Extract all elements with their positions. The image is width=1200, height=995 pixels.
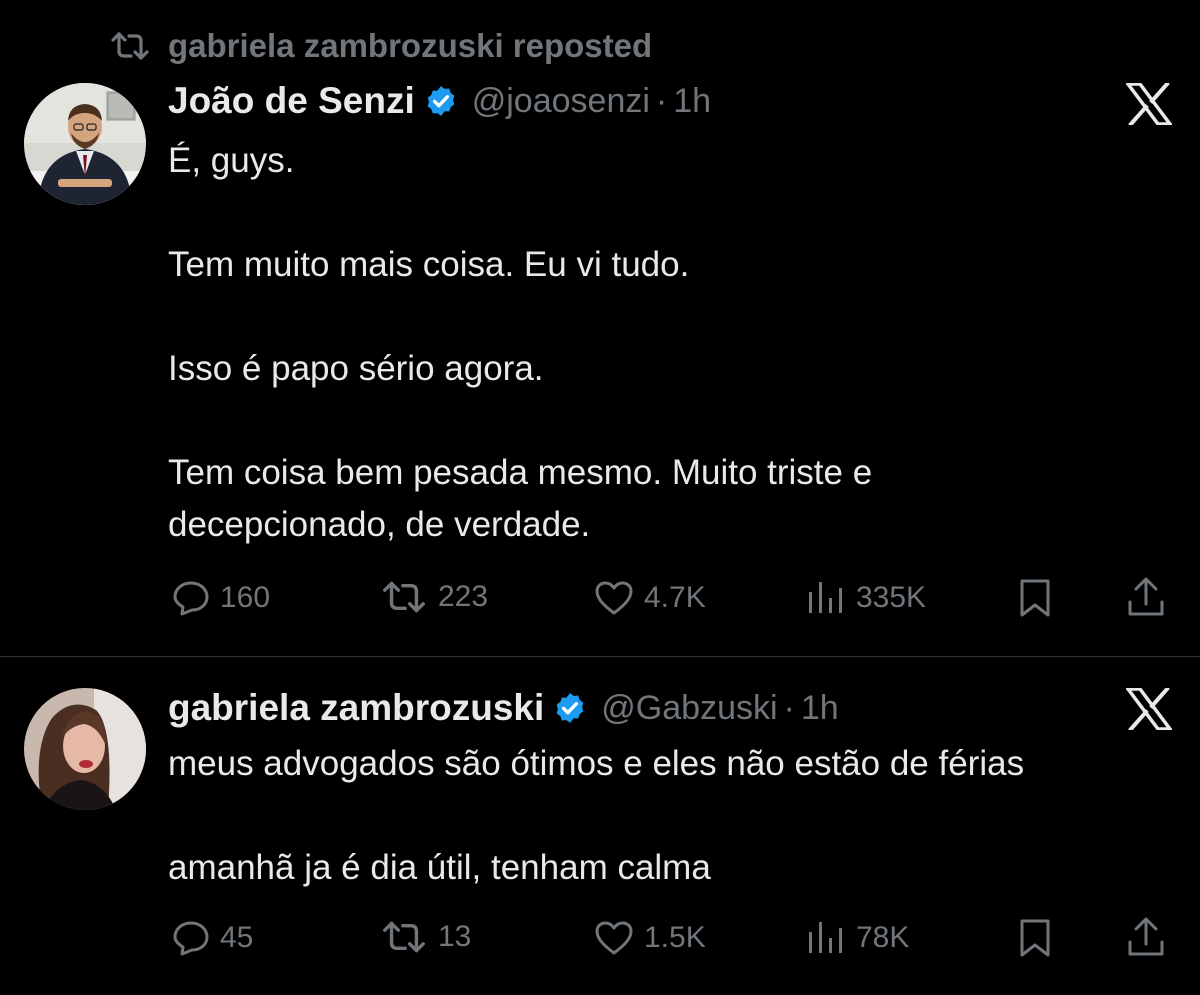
repost-count: 223	[438, 580, 489, 613]
avatar[interactable]	[24, 83, 146, 205]
views-button[interactable]: 78K	[806, 920, 909, 956]
share-button[interactable]	[1126, 916, 1166, 958]
repost-icon	[383, 581, 425, 613]
bookmark-button[interactable]	[1018, 578, 1052, 618]
avatar[interactable]	[24, 688, 146, 810]
separator-dot: ·	[783, 688, 795, 727]
repost-button[interactable]: 223	[380, 580, 488, 614]
share-button[interactable]	[1126, 576, 1166, 618]
bookmark-icon	[1020, 579, 1050, 617]
reply-count: 160	[220, 581, 271, 614]
reply-icon	[173, 581, 209, 616]
views-count: 78K	[856, 921, 910, 954]
tweet-timestamp[interactable]: 1h	[673, 82, 711, 121]
tweet-text: É, guys. Tem muito mais coisa. Eu vi tud…	[168, 141, 873, 544]
avatar-photo	[24, 688, 146, 810]
heart-icon	[595, 921, 633, 955]
views-button[interactable]: 335K	[806, 580, 926, 616]
avatar-photo	[24, 83, 146, 205]
reply-icon	[173, 921, 209, 956]
tweet-header: João de Senzi @joaosenzi · 1h	[168, 76, 711, 126]
repost-banner-text: gabriela zambrozuski reposted	[168, 27, 653, 64]
bookmark-button[interactable]	[1018, 918, 1052, 958]
repost-icon	[383, 921, 425, 953]
reply-button[interactable]: 45	[172, 920, 253, 956]
views-icon	[809, 582, 842, 613]
tweet-actions: 45 13 1.5K 78K	[0, 914, 1200, 962]
repost-button[interactable]: 13	[380, 920, 471, 954]
views-icon	[809, 922, 842, 953]
tweet-timestamp[interactable]: 1h	[801, 689, 839, 728]
verified-badge-icon	[553, 691, 587, 725]
author-name[interactable]: João de Senzi	[168, 80, 415, 122]
author-name[interactable]: gabriela zambrozuski	[168, 687, 544, 729]
like-button[interactable]: 1.5K	[594, 920, 706, 956]
x-logo-icon	[1124, 686, 1174, 732]
bookmark-icon	[1020, 919, 1050, 957]
tweet-actions: 160 223 4.7K 335K	[0, 574, 1200, 622]
views-count: 335K	[856, 581, 927, 614]
tweet-header: gabriela zambrozuski @Gabzuski · 1h	[168, 683, 839, 733]
separator-dot: ·	[655, 81, 668, 120]
author-handle[interactable]: @joaosenzi	[472, 82, 650, 121]
repost-count: 13	[438, 920, 472, 953]
tweet-text: meus advogados são ótimos e eles não est…	[168, 744, 1025, 887]
heart-icon	[595, 581, 633, 615]
share-icon	[1128, 577, 1164, 616]
like-count: 1.5K	[644, 921, 706, 954]
x-logo-icon	[1124, 81, 1174, 127]
repost-banner[interactable]: gabriela zambrozuski reposted	[110, 26, 652, 66]
verified-badge-icon	[424, 84, 458, 118]
author-handle[interactable]: @Gabzuski	[601, 689, 777, 728]
reply-button[interactable]: 160	[172, 580, 270, 616]
divider	[0, 656, 1200, 657]
like-count: 4.7K	[644, 581, 706, 614]
like-button[interactable]: 4.7K	[594, 580, 706, 616]
share-icon	[1128, 917, 1164, 956]
reply-count: 45	[220, 921, 254, 954]
repost-icon	[111, 32, 149, 60]
